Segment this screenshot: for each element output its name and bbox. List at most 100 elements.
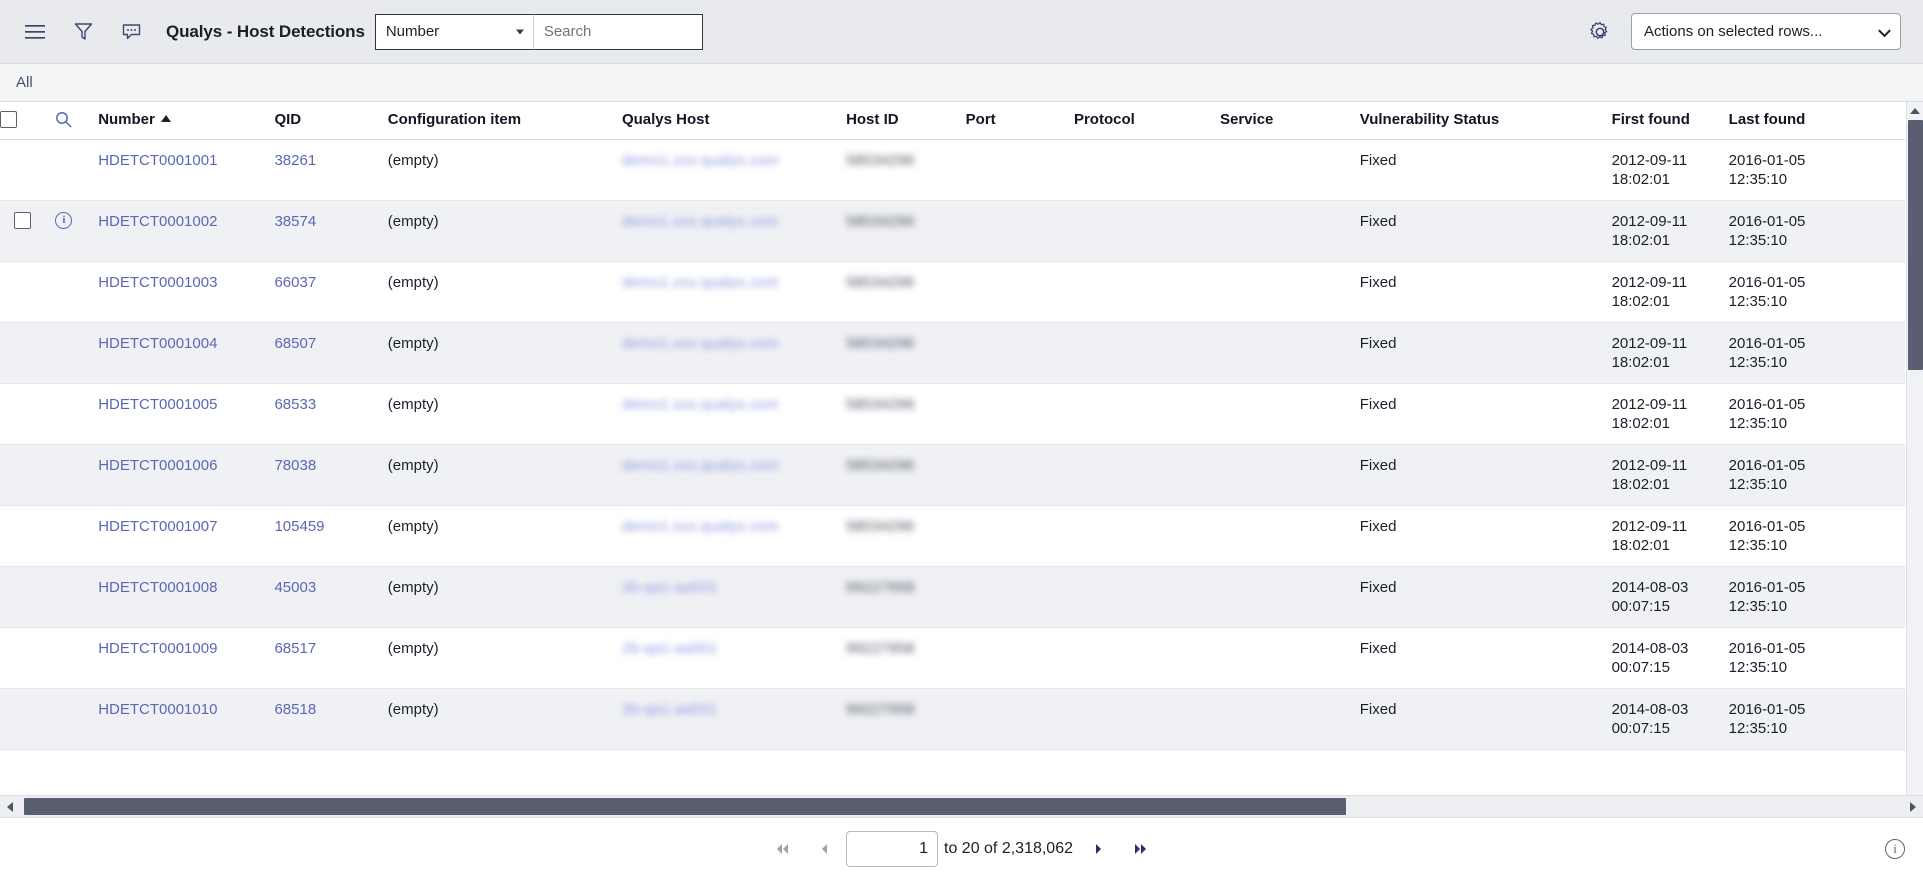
number-link[interactable]: HDETCT0001003 [98, 274, 217, 291]
scroll-up-button[interactable] [1907, 102, 1923, 119]
table-row[interactable]: i HDETCT0001002 38574 (empty) demo1.xxx.qual… [0, 200, 1905, 262]
column-header-qid-label: QID [274, 111, 302, 128]
horizontal-scrollbar-track[interactable] [20, 796, 1903, 818]
cell-last-found: 2016-01-05 12:35:10 [1728, 383, 1905, 445]
column-header-port[interactable]: Port [965, 102, 1074, 140]
column-header-protocol[interactable]: Protocol [1073, 102, 1220, 140]
table-row[interactable]: HDETCT0001009 68517 (empty) 2b-qa1-aa501 992… [0, 627, 1905, 689]
table-row[interactable]: HDETCT0001008 45003 (empty) 2b-qa1-aa501 992… [0, 566, 1905, 628]
row-select-cell [0, 444, 56, 506]
qid-link[interactable]: 68518 [274, 701, 316, 718]
number-link[interactable]: HDETCT0001002 [98, 213, 217, 230]
table-row[interactable]: HDETCT0001006 78038 (empty) demo1.xxx.qualy… [0, 444, 1905, 506]
number-link[interactable]: HDETCT0001007 [98, 518, 217, 535]
number-link[interactable]: HDETCT0001006 [98, 457, 217, 474]
cell-qid: 68518 [274, 688, 388, 750]
cell-first-found: 2012-09-11 18:02:01 [1611, 139, 1729, 201]
help-info-icon[interactable]: i [1885, 838, 1905, 859]
qualys-host-link[interactable]: demo1.xxx.qualys.com [622, 517, 779, 536]
vertical-scrollbar[interactable] [1906, 102, 1923, 795]
table-row[interactable]: HDETCT0001001 38261 (empty) demo1.xxx.qualy… [0, 139, 1905, 201]
qualys-host-link[interactable]: demo1.xxx.qualys.com [622, 273, 779, 292]
row-select-cell [0, 322, 56, 384]
number-link[interactable]: HDETCT0001008 [98, 579, 217, 596]
page-number-input[interactable] [846, 830, 938, 867]
column-header-number[interactable]: Number [98, 102, 275, 140]
qid-link[interactable]: 78038 [274, 457, 316, 474]
column-header-qualys-host[interactable]: Qualys Host [621, 102, 847, 140]
column-header-last-found[interactable]: Last found [1728, 102, 1905, 140]
column-header-qid[interactable]: QID [274, 102, 388, 140]
qid-link[interactable]: 105459 [274, 518, 324, 535]
table-row[interactable]: HDETCT0001004 68507 (empty) demo1.xxx.qualy… [0, 322, 1905, 384]
cell-last-found: 2016-01-05 12:35:10 [1728, 261, 1905, 323]
horizontal-scrollbar-thumb[interactable] [24, 797, 1346, 815]
pagination-status: to 20 of 2,318,062 [944, 839, 1073, 857]
qid-link[interactable]: 68507 [274, 335, 316, 352]
cell-port [965, 566, 1074, 628]
table-row[interactable]: HDETCT0001003 66037 (empty) demo1.xxx.qualy… [0, 261, 1905, 323]
column-header-vulnerability-status[interactable]: Vulnerability Status [1359, 102, 1612, 140]
qualys-host-link[interactable]: demo1.xxx.qualys.com [622, 395, 779, 414]
next-page-button[interactable] [1077, 832, 1119, 866]
qid-link[interactable]: 38261 [274, 152, 316, 169]
number-link[interactable]: HDETCT0001009 [98, 640, 217, 657]
table-row[interactable]: HDETCT0001010 68518 (empty) 2b-qa1-aa501 992… [0, 688, 1905, 750]
column-header-number-label: Number [98, 111, 155, 128]
qualys-host-link[interactable]: demo1.xxx.qualys.com [622, 212, 779, 231]
cell-host-id: 58534296 [846, 505, 966, 567]
qid-link[interactable]: 66037 [274, 274, 316, 291]
funnel-filter-icon[interactable] [66, 15, 100, 49]
qualys-host-link[interactable]: demo1.xxx.qualys.com [622, 334, 779, 353]
select-all-checkbox[interactable] [0, 111, 17, 128]
breadcrumb-item-all[interactable]: All [16, 74, 33, 91]
cell-port [965, 200, 1074, 262]
number-link[interactable]: HDETCT0001010 [98, 701, 217, 718]
hamburger-menu-icon[interactable] [18, 15, 52, 49]
qualys-host-link[interactable]: 2b-qa1-aa501 [622, 578, 718, 597]
cell-first-found: 2012-09-11 18:02:01 [1611, 261, 1729, 323]
last-page-button[interactable] [1119, 832, 1161, 866]
search-input[interactable] [532, 13, 703, 50]
column-header-host-id[interactable]: Host ID [846, 102, 966, 140]
column-header-configuration-item[interactable]: Configuration item [387, 102, 622, 140]
scroll-left-button[interactable] [0, 796, 20, 818]
cell-vulnerability-status: Fixed [1359, 688, 1612, 750]
first-page-button[interactable] [762, 832, 804, 866]
qualys-host-link[interactable]: 2b-qa1-aa501 [622, 639, 718, 658]
cell-qualys-host: 2b-qa1-aa501 [621, 688, 847, 750]
number-link[interactable]: HDETCT0001005 [98, 396, 217, 413]
column-header-protocol-label: Protocol [1073, 111, 1135, 128]
column-header-first-found[interactable]: First found [1611, 102, 1729, 140]
scroll-right-button[interactable] [1903, 796, 1923, 818]
speech-bubble-icon[interactable] [114, 15, 148, 49]
number-link[interactable]: HDETCT0001001 [98, 152, 217, 169]
cell-host-id: 99227958 [846, 627, 966, 689]
cell-service [1220, 200, 1360, 262]
search-icon[interactable] [55, 111, 98, 128]
number-link[interactable]: HDETCT0001004 [98, 335, 217, 352]
qualys-host-link[interactable]: demo1.xxx.qualys.com [622, 151, 779, 170]
qid-link[interactable]: 68517 [274, 640, 316, 657]
row-select-cell [0, 566, 56, 628]
qualys-host-link[interactable]: demo1.xxx.qualys.com [622, 456, 779, 475]
info-icon[interactable]: i [55, 212, 73, 229]
cell-service [1220, 444, 1360, 506]
actions-on-selected-rows-select[interactable]: Actions on selected rows... [1631, 13, 1901, 50]
column-header-service[interactable]: Service [1220, 102, 1360, 140]
previous-page-button[interactable] [804, 832, 846, 866]
gear-icon[interactable] [1587, 19, 1613, 45]
cell-number: HDETCT0001001 [98, 139, 275, 201]
table-row[interactable]: HDETCT0001005 68533 (empty) demo1.xxx.qualy… [0, 383, 1905, 445]
row-select-cell [0, 139, 56, 201]
search-field-select[interactable]: Number [374, 13, 533, 50]
host-id-value: 58534296 [846, 396, 915, 413]
qid-link[interactable]: 68533 [274, 396, 316, 413]
table-row[interactable]: HDETCT0001007 105459 (empty) demo1.xxx.qual… [0, 505, 1905, 567]
qid-link[interactable]: 38574 [274, 213, 316, 230]
qualys-host-link[interactable]: 2b-qa1-aa501 [622, 700, 718, 719]
vertical-scrollbar-thumb[interactable] [1908, 120, 1923, 370]
horizontal-scrollbar[interactable] [0, 795, 1923, 817]
row-checkbox[interactable] [14, 212, 31, 229]
qid-link[interactable]: 45003 [274, 579, 316, 596]
